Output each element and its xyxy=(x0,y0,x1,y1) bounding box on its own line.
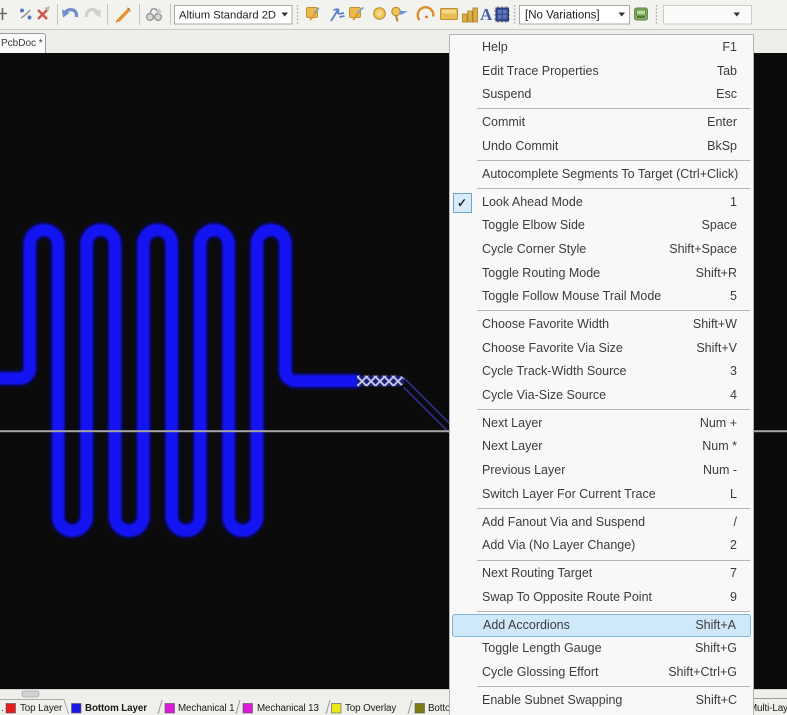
svg-text:A: A xyxy=(480,5,493,24)
svg-text:Altium Standard 2D: Altium Standard 2D xyxy=(179,10,276,22)
svg-text:[No Variations]: [No Variations] xyxy=(525,10,600,22)
